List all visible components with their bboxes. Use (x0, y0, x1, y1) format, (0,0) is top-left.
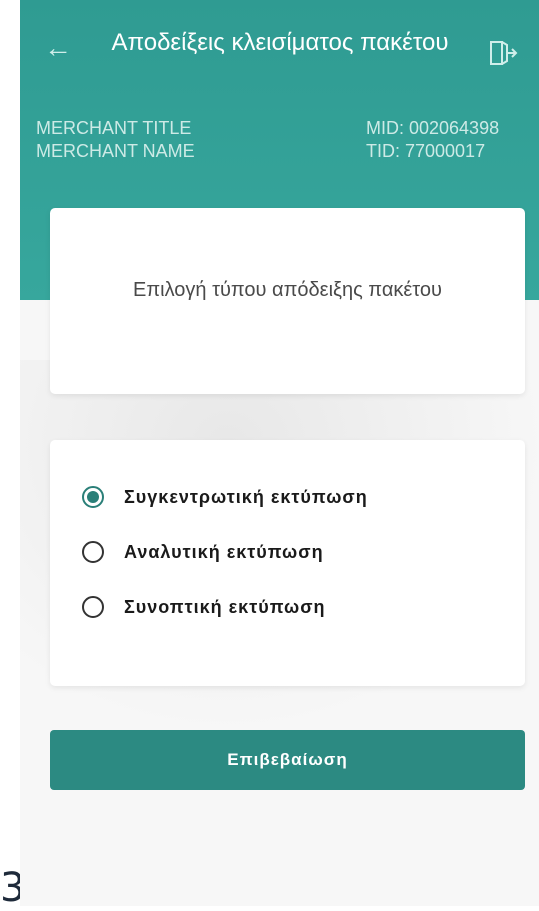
merchant-name: MERCHANT NAME (36, 141, 195, 161)
top-bar: ← Αποδείξεις κλεισίματος πακέτου (20, 0, 539, 110)
radio-checked-icon[interactable] (82, 486, 104, 508)
merchant-id: MID: 002064398 (366, 118, 500, 138)
left-margin (0, 0, 20, 906)
merchant-info: MERCHANT TITLE MERCHANT NAME (36, 117, 195, 163)
merchant-title: MERCHANT TITLE (36, 118, 192, 138)
option-brief-print[interactable]: Συνοπτική εκτύπωση (82, 590, 326, 624)
logout-icon (490, 41, 518, 65)
radio-unchecked-icon[interactable] (82, 541, 104, 563)
terminal-info: MID: 002064398 TID: 77000017 (366, 117, 499, 163)
page-title: Αποδείξεις κλεισίματος πακέτου (111, 29, 449, 56)
radio-unchecked-icon[interactable] (82, 596, 104, 618)
card-title: Επιλογή τύπου απόδειξης πακέτου (133, 279, 442, 301)
option-label: Συνοπτική εκτύπωση (124, 596, 326, 617)
option-summary-print[interactable]: Συγκεντρωτική εκτύπωση (82, 480, 368, 514)
options-card: Συγκεντρωτική εκτύπωση Αναλυτική εκτύπωσ… (50, 440, 525, 686)
option-label: Συγκεντρωτική εκτύπωση (124, 486, 368, 507)
receipt-type-card: Επιλογή τύπου απόδειξης πακέτου (50, 208, 525, 394)
back-button[interactable]: ← (38, 30, 78, 66)
arrow-left-icon: ← (44, 32, 72, 63)
option-label: Αναλυτική εκτύπωση (124, 541, 324, 562)
terminal-id: TID: 77000017 (366, 141, 486, 161)
option-detailed-print[interactable]: Αναλυτική εκτύπωση (82, 535, 324, 569)
app-screen: ← Αποδείξεις κλεισίματος πακέτου MERCHAN… (20, 0, 539, 906)
logout-button[interactable] (488, 40, 518, 66)
confirm-button[interactable]: Επιβεβαίωση (50, 730, 525, 790)
